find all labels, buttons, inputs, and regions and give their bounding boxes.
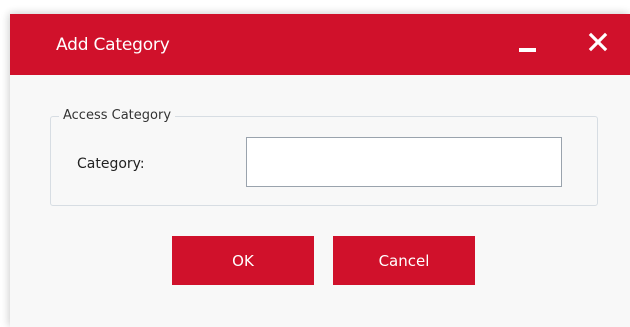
- ok-button[interactable]: OK: [172, 236, 314, 285]
- cancel-button[interactable]: Cancel: [333, 236, 475, 285]
- minimize-icon: [519, 48, 536, 52]
- category-input[interactable]: [246, 137, 562, 187]
- close-icon: [588, 32, 608, 52]
- access-category-group: Access Category Category:: [50, 107, 598, 206]
- group-legend: Access Category: [59, 107, 176, 125]
- category-label: Category:: [77, 156, 145, 172]
- minimize-button[interactable]: [515, 32, 541, 58]
- dialog-title: Add Category: [56, 35, 170, 55]
- dialog-titlebar[interactable]: Add Category: [10, 14, 630, 75]
- close-button[interactable]: [585, 30, 611, 56]
- add-category-dialog: Add Category Access Category Category: O…: [10, 14, 630, 327]
